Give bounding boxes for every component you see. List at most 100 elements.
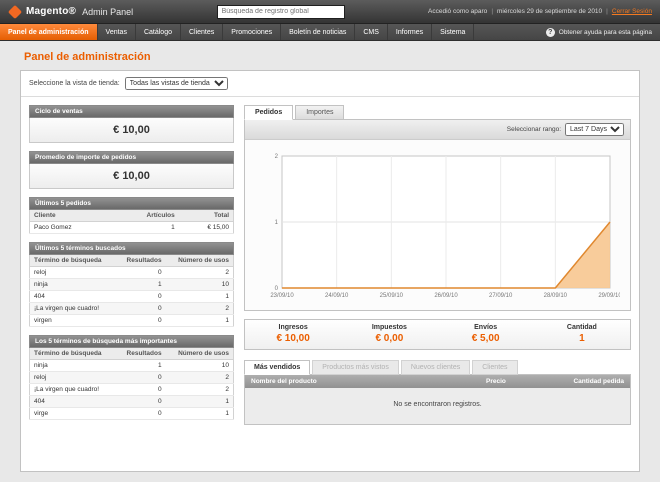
results-count: 0 (116, 303, 165, 315)
uses-count: 2 (166, 267, 234, 279)
logo-subtitle: Admin Panel (82, 7, 133, 17)
uses-count: 1 (166, 291, 234, 303)
order-items: 1 (113, 222, 179, 234)
stat-value: 1 (534, 333, 630, 344)
tab-orders[interactable]: Pedidos (244, 105, 293, 120)
block-title: Últimos 5 pedidos (29, 197, 234, 210)
current-date: miércoles 29 de septiembre de 2010 (497, 8, 602, 15)
range-select[interactable]: Last 7 Days (565, 123, 624, 136)
uses-count: 1 (166, 315, 234, 327)
svg-text:0: 0 (274, 286, 278, 292)
table-header-row: Término de búsqueda Resultados Número de… (30, 348, 234, 360)
stat-label: Impuestos (341, 324, 437, 331)
table-row[interactable]: reloj 0 2 (30, 267, 234, 279)
col-header: Artículos (113, 210, 179, 222)
stat-revenue: Ingresos € 10,00 (245, 320, 341, 349)
totals-row: Ingresos € 10,00 Impuestos € 0,00 Envíos… (244, 319, 631, 350)
nav-item-sales[interactable]: Ventas (98, 24, 136, 40)
col-header: Término de búsqueda (30, 255, 117, 267)
table-row[interactable]: virge 0 1 (30, 408, 234, 420)
table-row[interactable]: ¡La virgen que cuadro! 0 2 (30, 303, 234, 315)
table-row[interactable]: ninja 1 10 (30, 360, 234, 372)
stat-shipping: Envíos € 5,00 (438, 320, 534, 349)
stat-value: € 5,00 (438, 333, 534, 344)
global-search-input[interactable] (217, 5, 345, 19)
products-grid: Nombre del producto Precio Cantidad pedi… (244, 374, 631, 425)
col-header-qty: Cantidad pedida (550, 375, 630, 388)
help-link[interactable]: ? Obtener ayuda para esta página (546, 24, 652, 40)
average-orders-value: € 10,00 (29, 164, 234, 189)
nav-items: Panel de administración Ventas Catálogo … (0, 24, 474, 40)
last-orders-block: Últimos 5 pedidos Cliente Artículos Tota… (29, 197, 234, 234)
page-title: Panel de administración (24, 51, 640, 63)
block-title: Los 5 términos de búsqueda más important… (29, 335, 234, 348)
range-label: Seleccionar rango: (507, 126, 561, 133)
search-term: ninja (30, 279, 117, 291)
main-nav: Panel de administración Ventas Catálogo … (0, 24, 660, 41)
results-count: 0 (116, 396, 165, 408)
search-term: virge (30, 408, 117, 420)
svg-text:26/09/10: 26/09/10 (434, 293, 458, 299)
svg-text:1: 1 (274, 220, 278, 226)
lifetime-sales-block: Ciclo de ventas € 10,00 (29, 105, 234, 143)
tab-bestsellers[interactable]: Más vendidos (244, 360, 310, 375)
dashboard-columns: Ciclo de ventas € 10,00 Promedio de impo… (21, 97, 639, 436)
stat-value: € 10,00 (245, 333, 341, 344)
uses-count: 2 (166, 372, 234, 384)
grid-tabs: Más vendidos Productos más vistos Nuevos… (244, 360, 631, 375)
average-orders-block: Promedio de importe de pedidos € 10,00 (29, 151, 234, 189)
results-count: 0 (116, 372, 165, 384)
help-icon: ? (546, 28, 555, 37)
nav-item-reports[interactable]: Informes (388, 24, 432, 40)
stat-tax: Impuestos € 0,00 (341, 320, 437, 349)
col-header: Número de usos (166, 348, 234, 360)
separator: | (606, 8, 608, 15)
table-row[interactable]: ¡La virgen que cuadro! 0 2 (30, 384, 234, 396)
block-title: Ciclo de ventas (29, 105, 234, 118)
col-header: Número de usos (166, 255, 234, 267)
tab-customers[interactable]: Clientes (472, 360, 517, 375)
tab-new-customers[interactable]: Nuevos clientes (401, 360, 470, 375)
chart-tabs: Pedidos Importes (244, 105, 631, 120)
last-search-terms-table: Término de búsqueda Resultados Número de… (29, 255, 234, 327)
nav-item-promotions[interactable]: Promociones (223, 24, 281, 40)
table-row[interactable]: 404 0 1 (30, 396, 234, 408)
table-row[interactable]: Paco Gomez 1 € 15,00 (30, 222, 234, 234)
col-header: Término de búsqueda (30, 348, 117, 360)
nav-item-cms[interactable]: CMS (355, 24, 388, 40)
uses-count: 10 (166, 360, 234, 372)
svg-text:24/09/10: 24/09/10 (324, 293, 348, 299)
nav-item-dashboard[interactable]: Panel de administración (0, 24, 98, 40)
nav-item-newsletter[interactable]: Boletín de noticias (281, 24, 355, 40)
results-count: 1 (116, 279, 165, 291)
results-count: 0 (116, 384, 165, 396)
table-row[interactable]: ninja 1 10 (30, 279, 234, 291)
col-header: Resultados (116, 348, 165, 360)
store-view-select[interactable]: Todas las vistas de tienda (125, 77, 228, 90)
table-row[interactable]: virgen 0 1 (30, 315, 234, 327)
separator: | (491, 8, 493, 15)
col-header: Resultados (116, 255, 165, 267)
col-header-product: Nombre del producto (245, 375, 480, 388)
table-row[interactable]: 404 0 1 (30, 291, 234, 303)
tab-most-viewed[interactable]: Productos más vistos (312, 360, 399, 375)
search-term: 404 (30, 396, 117, 408)
order-total: € 15,00 (179, 222, 234, 234)
last-search-terms-block: Últimos 5 términos buscados Término de b… (29, 242, 234, 327)
table-row[interactable]: reloj 0 2 (30, 372, 234, 384)
logo-text: Magento® (26, 6, 76, 17)
results-count: 0 (116, 315, 165, 327)
nav-item-customers[interactable]: Clientes (181, 24, 223, 40)
tab-amounts[interactable]: Importes (295, 105, 344, 120)
svg-text:28/09/10: 28/09/10 (543, 293, 567, 299)
logout-link[interactable]: Cerrar Sesión (612, 8, 652, 15)
uses-count: 2 (166, 384, 234, 396)
svg-text:2: 2 (274, 154, 278, 160)
store-view-label: Seleccione la vista de tienda: (29, 80, 120, 87)
nav-item-system[interactable]: Sistema (432, 24, 474, 40)
magento-logo[interactable]: Magento® Admin Panel (8, 6, 133, 17)
search-term: ninja (30, 360, 117, 372)
logged-in-as: Accedió como aparo (428, 8, 487, 15)
nav-item-catalog[interactable]: Catálogo (136, 24, 181, 40)
svg-text:29/09/10: 29/09/10 (598, 293, 620, 299)
